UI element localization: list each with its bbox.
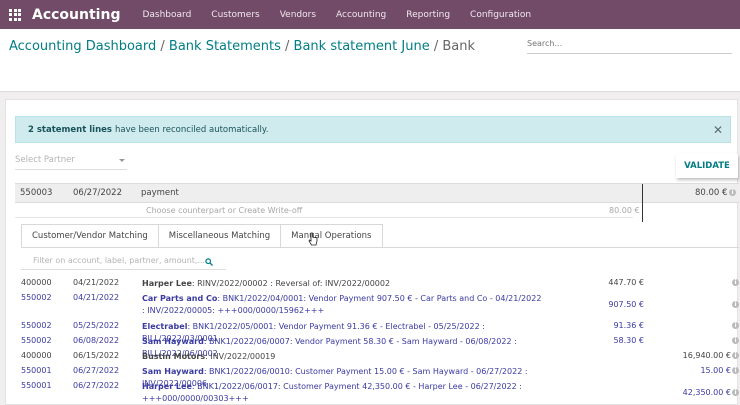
breadcrumb-current: Bank bbox=[442, 39, 476, 54]
row-account: 550002 bbox=[21, 336, 52, 345]
info-icon[interactable]: i bbox=[732, 337, 739, 344]
search-icon[interactable] bbox=[205, 258, 213, 266]
row-label: Harper Lee: RINV/2022/00002 : Reversal o… bbox=[142, 278, 542, 290]
matching-tabs: Customer/Vendor Matching Miscellaneous M… bbox=[21, 224, 383, 247]
row-account: 550001 bbox=[21, 366, 52, 375]
tab-manual-operations[interactable]: Manual Operations bbox=[280, 224, 383, 247]
row-account: 550002 bbox=[21, 293, 52, 302]
row-label: Bustin Motors: INV/2022/00019 bbox=[142, 351, 542, 363]
statement-label: payment bbox=[141, 188, 179, 198]
info-icon[interactable]: i bbox=[732, 279, 739, 286]
filter-input[interactable]: Filter on account, label, partner, amoun… bbox=[21, 256, 226, 270]
info-icon[interactable]: i bbox=[729, 189, 736, 196]
row-desc: : RINV/2022/00002 : Reversal of: INV/202… bbox=[191, 279, 391, 288]
tab-customer-vendor-matching[interactable]: Customer/Vendor Matching bbox=[21, 224, 159, 247]
row-partner: Sam Hayward bbox=[142, 367, 204, 376]
validate-button[interactable]: VALIDATE bbox=[676, 154, 738, 178]
info-icon[interactable]: i bbox=[732, 367, 739, 374]
reconcile-alert: 2 statement lines have been reconciled a… bbox=[15, 116, 731, 143]
row-partner: Bustin Motors bbox=[142, 352, 206, 361]
menu-vendors[interactable]: Vendors bbox=[270, 10, 326, 20]
apps-grid-icon[interactable] bbox=[9, 8, 21, 21]
row-partner: Electrabel bbox=[142, 322, 188, 331]
chevron-down-icon bbox=[119, 159, 125, 162]
row-date: 06/15/2022 bbox=[73, 351, 120, 360]
breadcrumb: Accounting Dashboard / Bank Statements /… bbox=[9, 39, 475, 54]
alert-text: have been reconciled automatically. bbox=[114, 124, 269, 135]
row-label: Harper Lee: BNK1/2022/06/0017: Customer … bbox=[142, 381, 542, 405]
row-partner: Harper Lee bbox=[142, 382, 192, 391]
table-row[interactable]: 550002 04/21/2022 Car Parts and Co: BNK1… bbox=[21, 291, 739, 319]
table-row[interactable]: 550002 06/08/2022 Sam Hayward: BNK1/2022… bbox=[21, 334, 739, 358]
info-icon[interactable]: i bbox=[732, 322, 739, 329]
menu-dashboard[interactable]: Dashboard bbox=[132, 10, 201, 20]
table-row[interactable]: 550002 05/25/2022 Electrabel: BNK1/2022/… bbox=[21, 319, 739, 343]
row-amount: 58.30 € bbox=[613, 336, 644, 345]
menu-configuration[interactable]: Configuration bbox=[460, 10, 541, 20]
statement-account: 550003 bbox=[20, 188, 53, 198]
row-account: 400000 bbox=[21, 351, 52, 360]
row-amount: 91.36 € bbox=[613, 321, 644, 330]
alert-count: 2 statement lines bbox=[28, 124, 112, 135]
row-date: 06/27/2022 bbox=[73, 366, 120, 375]
reconciliation-sheet: 2 statement lines have been reconciled a… bbox=[5, 99, 739, 405]
row-partner: Harper Lee bbox=[142, 279, 192, 288]
pointer-cursor-icon bbox=[308, 232, 318, 246]
breadcrumb-separator: / bbox=[285, 39, 294, 54]
table-row[interactable]: 550001 06/27/2022 Sam Hayward: BNK1/2022… bbox=[21, 364, 739, 388]
row-amount: 447.70 € bbox=[608, 278, 644, 287]
top-navbar: Accounting Dashboard Customers Vendors A… bbox=[0, 0, 740, 29]
info-icon[interactable]: i bbox=[732, 301, 739, 308]
menu-accounting[interactable]: Accounting bbox=[326, 10, 396, 20]
row-date: 04/21/2022 bbox=[73, 293, 120, 302]
breadcrumb-bank-statement-june[interactable]: Bank statement June bbox=[294, 39, 430, 54]
partner-placeholder: Select Partner bbox=[15, 155, 75, 165]
row-amount: 15.00 € bbox=[700, 366, 731, 375]
row-date: 06/27/2022 bbox=[73, 381, 120, 390]
breadcrumb-separator: / bbox=[160, 39, 169, 54]
row-partner: Car Parts and Co bbox=[142, 294, 218, 303]
close-icon[interactable]: ✕ bbox=[713, 123, 723, 137]
row-account: 550002 bbox=[21, 321, 52, 330]
partner-select[interactable]: Select Partner bbox=[15, 155, 127, 170]
row-desc: : BNK1/2022/06/0017: Customer Payment 42… bbox=[142, 382, 522, 403]
menu-reporting[interactable]: Reporting bbox=[396, 10, 460, 20]
column-divider bbox=[642, 184, 643, 222]
search-input[interactable] bbox=[527, 39, 732, 48]
row-partner: Sam Hayward bbox=[142, 337, 204, 346]
row-date: 05/25/2022 bbox=[73, 321, 120, 330]
statement-amount: 80.00 € bbox=[695, 188, 728, 198]
info-icon[interactable]: i bbox=[732, 352, 739, 359]
tab-miscellaneous-matching[interactable]: Miscellaneous Matching bbox=[157, 224, 282, 247]
row-amount: 42,350.00 € bbox=[682, 388, 731, 397]
row-amount: 16,940.00 € bbox=[682, 351, 731, 360]
app-brand[interactable]: Accounting bbox=[32, 7, 120, 23]
counterpart-amount: 80.00 € bbox=[609, 206, 640, 215]
statement-line[interactable]: 550003 06/27/2022 payment 80.00 € i bbox=[15, 183, 739, 222]
table-row[interactable]: 400000 04/21/2022 Harper Lee: RINV/2022/… bbox=[21, 276, 739, 291]
breadcrumb-bank-statements[interactable]: Bank Statements bbox=[169, 39, 281, 54]
row-account: 400000 bbox=[21, 278, 52, 287]
breadcrumb-accounting-dashboard[interactable]: Accounting Dashboard bbox=[9, 39, 156, 54]
statement-date: 06/27/2022 bbox=[73, 188, 122, 198]
counterpart-hint[interactable]: Choose counterpart or Create Write-off bbox=[146, 206, 302, 215]
table-row[interactable]: 400000 06/15/2022 Bustin Motors: INV/202… bbox=[21, 349, 739, 364]
proposition-table: 400000 04/21/2022 Harper Lee: RINV/2022/… bbox=[21, 276, 739, 405]
row-date: 04/21/2022 bbox=[73, 278, 120, 287]
divider bbox=[15, 217, 633, 218]
menu-customers[interactable]: Customers bbox=[201, 10, 269, 20]
row-label: Car Parts and Co: BNK1/2022/04/0001: Ven… bbox=[142, 293, 542, 317]
row-amount: 907.50 € bbox=[608, 300, 644, 309]
tabs-divider bbox=[21, 247, 739, 248]
row-account: 550001 bbox=[21, 381, 52, 390]
control-panel: Accounting Dashboard / Bank Statements /… bbox=[0, 29, 740, 92]
row-date: 06/08/2022 bbox=[73, 336, 120, 345]
info-icon[interactable]: i bbox=[732, 389, 739, 396]
row-desc: : INV/2022/00019 bbox=[205, 352, 276, 361]
search-box bbox=[527, 39, 732, 54]
table-row[interactable]: 550001 06/27/2022 Harper Lee: BNK1/2022/… bbox=[21, 379, 739, 405]
